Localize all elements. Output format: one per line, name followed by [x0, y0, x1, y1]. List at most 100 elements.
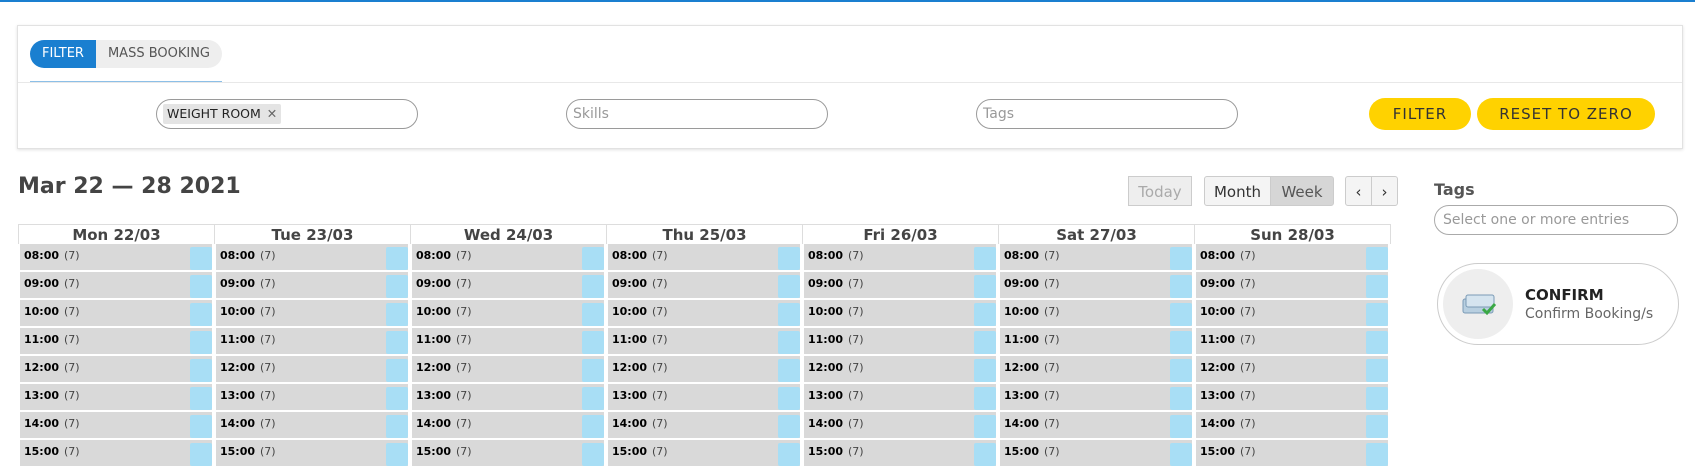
time-slot[interactable]: 09:00 (7)	[216, 272, 408, 298]
time-slot[interactable]: 12:00 (7)	[608, 356, 800, 382]
slot-availability-marker[interactable]	[582, 275, 604, 298]
time-slot[interactable]: 12:00 (7)	[1000, 356, 1192, 382]
time-slot[interactable]: 13:00 (7)	[216, 384, 408, 410]
time-slot[interactable]: 15:00 (7)	[412, 440, 604, 466]
remove-chip-icon[interactable]: ✕	[267, 106, 277, 121]
slot-availability-marker[interactable]	[1170, 275, 1192, 298]
slot-availability-marker[interactable]	[1366, 359, 1388, 382]
time-slot[interactable]: 14:00 (7)	[804, 412, 996, 438]
slot-availability-marker[interactable]	[386, 443, 408, 466]
tab-mass-booking[interactable]: MASS BOOKING	[95, 40, 223, 68]
time-slot[interactable]: 15:00 (7)	[1000, 440, 1192, 466]
time-slot[interactable]: 15:00 (7)	[804, 440, 996, 466]
slot-availability-marker[interactable]	[386, 303, 408, 326]
time-slot[interactable]: 10:00 (7)	[1196, 300, 1388, 326]
slot-availability-marker[interactable]	[778, 275, 800, 298]
time-slot[interactable]: 13:00 (7)	[804, 384, 996, 410]
slot-availability-marker[interactable]	[582, 359, 604, 382]
slot-availability-marker[interactable]	[974, 247, 996, 270]
time-slot[interactable]: 08:00 (7)	[608, 244, 800, 270]
slot-availability-marker[interactable]	[1366, 415, 1388, 438]
tags-filter-input[interactable]: Tags	[976, 99, 1238, 129]
time-slot[interactable]: 09:00 (7)	[1196, 272, 1388, 298]
slot-availability-marker[interactable]	[778, 359, 800, 382]
time-slot[interactable]: 10:00 (7)	[608, 300, 800, 326]
slot-availability-marker[interactable]	[582, 387, 604, 410]
slot-availability-marker[interactable]	[1366, 331, 1388, 354]
slot-availability-marker[interactable]	[582, 247, 604, 270]
slot-availability-marker[interactable]	[1170, 387, 1192, 410]
time-slot[interactable]: 13:00 (7)	[1196, 384, 1388, 410]
slot-availability-marker[interactable]	[778, 331, 800, 354]
time-slot[interactable]: 10:00 (7)	[1000, 300, 1192, 326]
slot-availability-marker[interactable]	[190, 359, 212, 382]
time-slot[interactable]: 11:00 (7)	[216, 328, 408, 354]
time-slot[interactable]: 08:00 (7)	[804, 244, 996, 270]
slot-availability-marker[interactable]	[386, 247, 408, 270]
slot-availability-marker[interactable]	[778, 247, 800, 270]
slot-availability-marker[interactable]	[386, 331, 408, 354]
slot-availability-marker[interactable]	[974, 443, 996, 466]
time-slot[interactable]: 11:00 (7)	[20, 328, 212, 354]
prev-week-button[interactable]: ‹	[1345, 176, 1372, 206]
today-button[interactable]: Today	[1128, 176, 1192, 206]
slot-availability-marker[interactable]	[974, 359, 996, 382]
time-slot[interactable]: 11:00 (7)	[1000, 328, 1192, 354]
slot-availability-marker[interactable]	[190, 443, 212, 466]
time-slot[interactable]: 11:00 (7)	[1196, 328, 1388, 354]
slot-availability-marker[interactable]	[1366, 443, 1388, 466]
slot-availability-marker[interactable]	[778, 443, 800, 466]
slot-availability-marker[interactable]	[190, 415, 212, 438]
slot-availability-marker[interactable]	[190, 303, 212, 326]
tab-filter[interactable]: FILTER	[30, 40, 96, 68]
time-slot[interactable]: 08:00 (7)	[1000, 244, 1192, 270]
time-slot[interactable]: 09:00 (7)	[608, 272, 800, 298]
time-slot[interactable]: 13:00 (7)	[1000, 384, 1192, 410]
slot-availability-marker[interactable]	[582, 303, 604, 326]
slot-availability-marker[interactable]	[1170, 303, 1192, 326]
time-slot[interactable]: 15:00 (7)	[20, 440, 212, 466]
time-slot[interactable]: 10:00 (7)	[412, 300, 604, 326]
slot-availability-marker[interactable]	[386, 275, 408, 298]
time-slot[interactable]: 08:00 (7)	[20, 244, 212, 270]
time-slot[interactable]: 09:00 (7)	[20, 272, 212, 298]
slot-availability-marker[interactable]	[974, 415, 996, 438]
reset-button[interactable]: RESET TO ZERO	[1477, 98, 1655, 130]
time-slot[interactable]: 08:00 (7)	[1196, 244, 1388, 270]
slot-availability-marker[interactable]	[1170, 331, 1192, 354]
skills-input[interactable]: Skills	[566, 99, 828, 129]
time-slot[interactable]: 10:00 (7)	[804, 300, 996, 326]
time-slot[interactable]: 13:00 (7)	[20, 384, 212, 410]
slot-availability-marker[interactable]	[1170, 247, 1192, 270]
slot-availability-marker[interactable]	[1366, 387, 1388, 410]
time-slot[interactable]: 14:00 (7)	[216, 412, 408, 438]
slot-availability-marker[interactable]	[582, 415, 604, 438]
time-slot[interactable]: 12:00 (7)	[216, 356, 408, 382]
slot-availability-marker[interactable]	[974, 303, 996, 326]
time-slot[interactable]: 12:00 (7)	[1196, 356, 1388, 382]
slot-availability-marker[interactable]	[190, 275, 212, 298]
time-slot[interactable]: 14:00 (7)	[608, 412, 800, 438]
month-button[interactable]: Month	[1204, 176, 1271, 206]
slot-availability-marker[interactable]	[582, 443, 604, 466]
time-slot[interactable]: 12:00 (7)	[20, 356, 212, 382]
filter-button[interactable]: FILTER	[1369, 98, 1471, 130]
slot-availability-marker[interactable]	[190, 387, 212, 410]
time-slot[interactable]: 11:00 (7)	[412, 328, 604, 354]
slot-availability-marker[interactable]	[974, 387, 996, 410]
time-slot[interactable]: 14:00 (7)	[20, 412, 212, 438]
time-slot[interactable]: 10:00 (7)	[216, 300, 408, 326]
slot-availability-marker[interactable]	[778, 303, 800, 326]
next-week-button[interactable]: ›	[1371, 176, 1398, 206]
time-slot[interactable]: 11:00 (7)	[804, 328, 996, 354]
time-slot[interactable]: 14:00 (7)	[1196, 412, 1388, 438]
slot-availability-marker[interactable]	[386, 415, 408, 438]
time-slot[interactable]: 11:00 (7)	[608, 328, 800, 354]
time-slot[interactable]: 08:00 (7)	[216, 244, 408, 270]
slot-availability-marker[interactable]	[974, 275, 996, 298]
slot-availability-marker[interactable]	[386, 387, 408, 410]
slot-availability-marker[interactable]	[1170, 359, 1192, 382]
time-slot[interactable]: 08:00 (7)	[412, 244, 604, 270]
time-slot[interactable]: 13:00 (7)	[412, 384, 604, 410]
room-select[interactable]: WEIGHT ROOM ✕	[156, 99, 418, 129]
